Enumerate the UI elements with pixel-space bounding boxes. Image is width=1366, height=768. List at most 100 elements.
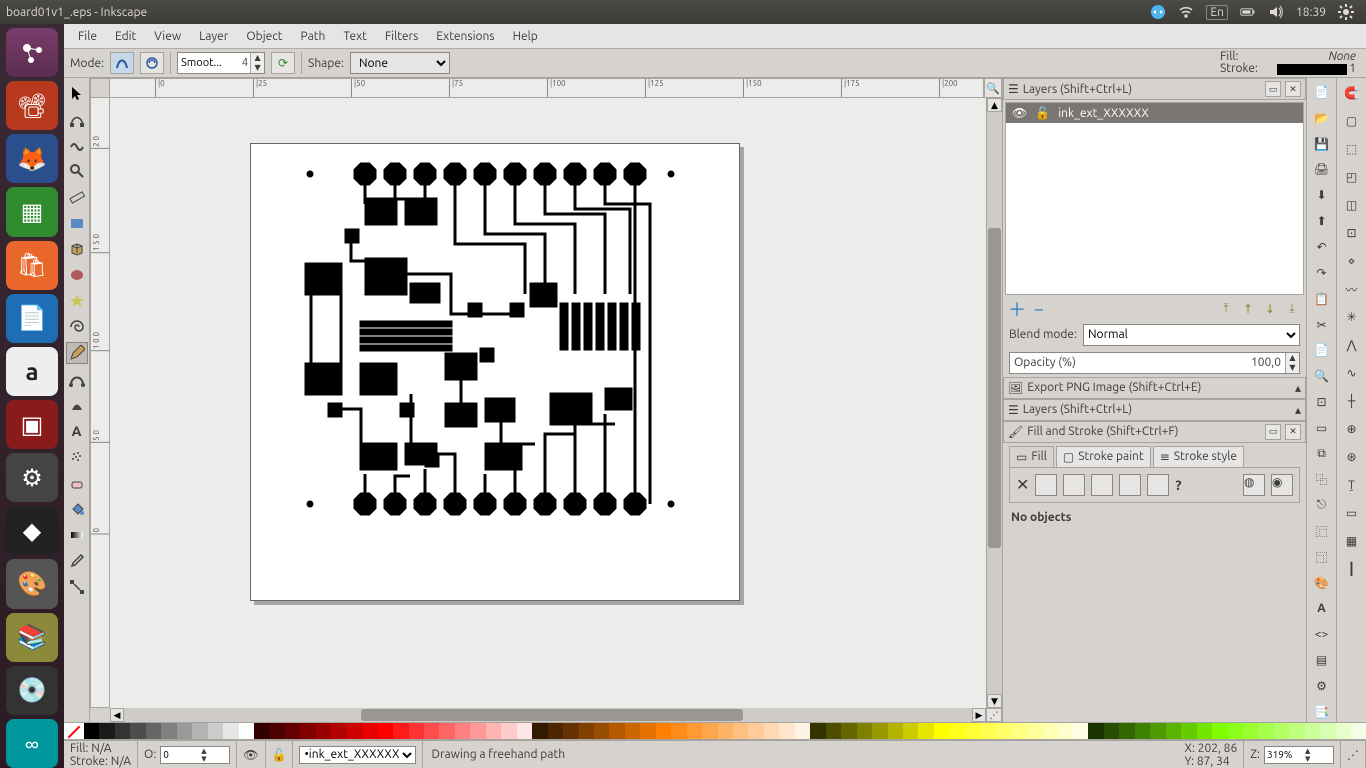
tool-tweak[interactable] bbox=[66, 134, 88, 156]
menu-extensions[interactable]: Extensions bbox=[428, 27, 502, 46]
snap-bbox-mid[interactable]: ◫ bbox=[1341, 194, 1363, 216]
palette-swatch[interactable] bbox=[501, 723, 516, 739]
snap-obj-center[interactable]: ⊕ bbox=[1341, 418, 1363, 440]
cmd-print[interactable]: 🖨 bbox=[1311, 160, 1333, 180]
status-layer-lock[interactable]: 🔓 bbox=[266, 741, 294, 768]
opacity-spin[interactable]: Opacity (%) 100,0 ▲▼ bbox=[1009, 352, 1300, 374]
palette-swatch[interactable] bbox=[1289, 723, 1304, 739]
palette-swatch[interactable] bbox=[918, 723, 933, 739]
palette-swatch[interactable] bbox=[594, 723, 609, 739]
palette-swatch[interactable] bbox=[625, 723, 640, 739]
palette-swatch[interactable] bbox=[517, 723, 532, 739]
menu-path[interactable]: Path bbox=[293, 27, 334, 46]
launcher-settings[interactable]: ⚙ bbox=[6, 453, 58, 502]
palette-swatch[interactable] bbox=[146, 723, 161, 739]
snap-rot-center[interactable]: ⊛ bbox=[1341, 446, 1363, 468]
palette-swatch[interactable] bbox=[130, 723, 145, 739]
launcher-inkscape[interactable]: ◆ bbox=[6, 506, 58, 555]
palette-swatch[interactable] bbox=[1058, 723, 1073, 739]
palette-swatch[interactable] bbox=[1104, 723, 1119, 739]
menu-edit[interactable]: Edit bbox=[107, 27, 144, 46]
horizontal-ruler[interactable]: |0|25|50|75|100|125|150|175|200 bbox=[110, 78, 984, 98]
launcher-firefox[interactable]: 🦊 bbox=[6, 134, 58, 183]
fill-nonzero-button[interactable]: ◉ bbox=[1271, 474, 1293, 496]
palette-swatch[interactable] bbox=[733, 723, 748, 739]
vscroll-down[interactable]: ▼ bbox=[987, 694, 1002, 708]
palette-swatch[interactable] bbox=[888, 723, 903, 739]
cmd-fillstroke[interactable]: 🎨 bbox=[1311, 573, 1333, 593]
snap-bbox-corner[interactable]: ◰ bbox=[1341, 166, 1363, 188]
palette-swatch[interactable] bbox=[640, 723, 655, 739]
tool-text[interactable]: A bbox=[66, 420, 88, 442]
launcher-disc[interactable]: 💿 bbox=[6, 666, 58, 715]
menu-text[interactable]: Text bbox=[335, 27, 375, 46]
cmd-new[interactable]: 📄 bbox=[1311, 82, 1333, 102]
palette-swatch[interactable] bbox=[470, 723, 485, 739]
palette-swatch[interactable] bbox=[208, 723, 223, 739]
palette-swatch[interactable] bbox=[393, 723, 408, 739]
tool-zoom[interactable] bbox=[66, 160, 88, 182]
layer-add-button[interactable]: ＋ bbox=[1009, 301, 1025, 317]
cmd-open[interactable]: 📂 bbox=[1311, 108, 1333, 128]
smoothing-down[interactable]: ▼ bbox=[250, 63, 264, 73]
fill-pattern-button[interactable] bbox=[1119, 474, 1141, 496]
layer-remove-button[interactable]: − bbox=[1031, 301, 1047, 317]
palette-swatch[interactable] bbox=[656, 723, 671, 739]
palette-swatch[interactable] bbox=[1336, 723, 1351, 739]
launcher-impress[interactable]: 📽 bbox=[6, 81, 58, 130]
panel-detach-button[interactable]: ▭ bbox=[1265, 81, 1281, 97]
snap-path[interactable]: 〰 bbox=[1341, 278, 1363, 300]
smoothing-up[interactable]: ▲ bbox=[250, 53, 264, 63]
layers-panel-title[interactable]: ☰ Layers (Shift+Ctrl+L) ▭ ✕ bbox=[1003, 78, 1306, 100]
palette-swatch[interactable] bbox=[1181, 723, 1196, 739]
palette-swatch[interactable] bbox=[532, 723, 547, 739]
tool-selector[interactable] bbox=[66, 82, 88, 104]
launcher-writer[interactable]: 📄 bbox=[6, 294, 58, 343]
palette-swatch[interactable] bbox=[563, 723, 578, 739]
fill-evenodd-button[interactable]: ◍ bbox=[1243, 474, 1265, 496]
palette-swatch[interactable] bbox=[285, 723, 300, 739]
palette-swatch[interactable] bbox=[687, 723, 702, 739]
canvas[interactable] bbox=[110, 98, 986, 708]
tool-calligraphy[interactable] bbox=[66, 394, 88, 416]
cmd-zoom-draw[interactable]: ⊡ bbox=[1311, 392, 1333, 412]
palette-swatch[interactable] bbox=[903, 723, 918, 739]
palette-swatch[interactable] bbox=[99, 723, 114, 739]
zoom-menu-button[interactable]: 🔍 bbox=[984, 78, 1002, 98]
palette-swatch[interactable] bbox=[455, 723, 470, 739]
palette-swatch[interactable] bbox=[1274, 723, 1289, 739]
palette-swatch[interactable] bbox=[1027, 723, 1042, 739]
palette-swatch[interactable] bbox=[115, 723, 130, 739]
cmd-cut[interactable]: ✂ bbox=[1311, 315, 1333, 335]
keyboard-lang-indicator[interactable]: En bbox=[1206, 5, 1228, 20]
palette-swatch[interactable] bbox=[269, 723, 284, 739]
cmd-ungroup[interactable]: ⿹ bbox=[1311, 547, 1333, 567]
palette-swatch[interactable] bbox=[239, 723, 254, 739]
palette-swatch[interactable] bbox=[316, 723, 331, 739]
blend-mode-select[interactable]: Normal bbox=[1083, 324, 1300, 346]
tool-spray[interactable] bbox=[66, 446, 88, 468]
vscroll-up[interactable]: ▲ bbox=[987, 98, 1002, 112]
palette-swatch[interactable] bbox=[1212, 723, 1227, 739]
layers-list[interactable]: 👁 🔓 ink_ext_XXXXXX bbox=[1005, 102, 1304, 295]
tab-stroke-style[interactable]: ≡Stroke style bbox=[1153, 446, 1244, 467]
palette-swatch[interactable] bbox=[965, 723, 980, 739]
cmd-zoom-sel[interactable]: 🔍 bbox=[1311, 366, 1333, 386]
mode-bezier-button[interactable] bbox=[110, 52, 134, 74]
palette-swatch[interactable] bbox=[1166, 723, 1181, 739]
tool-spiral[interactable] bbox=[66, 316, 88, 338]
palette-swatch[interactable] bbox=[795, 723, 810, 739]
cmd-copy[interactable]: 📋 bbox=[1311, 289, 1333, 309]
layer-bottom-button[interactable]: ⤓ bbox=[1284, 301, 1300, 317]
palette-swatch[interactable] bbox=[857, 723, 872, 739]
palette-swatch[interactable] bbox=[1150, 723, 1165, 739]
palette-swatch[interactable] bbox=[841, 723, 856, 739]
fs-detach-button[interactable]: ▭ bbox=[1265, 424, 1281, 440]
fill-flat-button[interactable] bbox=[1035, 474, 1057, 496]
palette-swatch[interactable] bbox=[378, 723, 393, 739]
launcher-arduino[interactable]: ∞ bbox=[6, 719, 58, 768]
status-zoom[interactable]: Z: ▲▼ bbox=[1244, 741, 1341, 768]
palette-swatch[interactable] bbox=[1258, 723, 1273, 739]
palette-swatch[interactable] bbox=[192, 723, 207, 739]
layer-row[interactable]: 👁 🔓 ink_ext_XXXXXX bbox=[1006, 103, 1303, 123]
